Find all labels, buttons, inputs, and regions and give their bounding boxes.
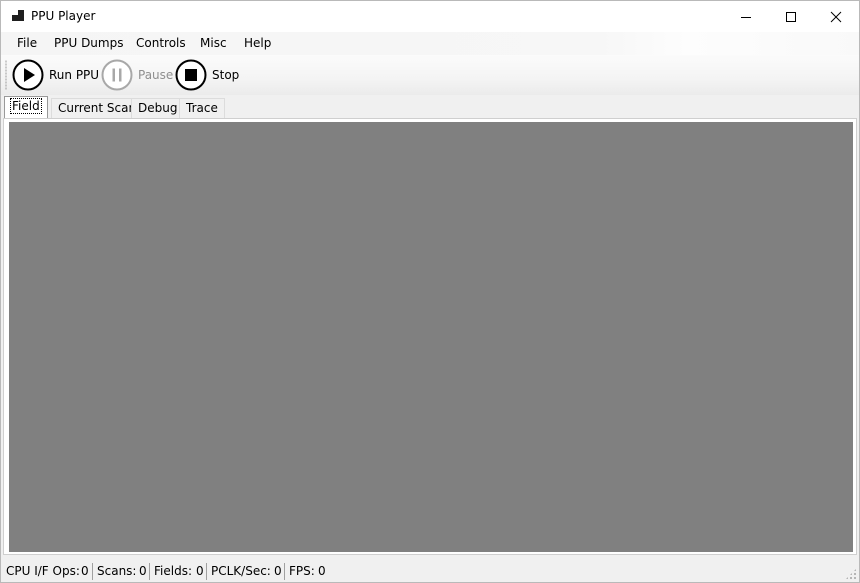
menu-help[interactable]: Help xyxy=(244,36,271,50)
scans-value: 0 xyxy=(139,564,147,578)
tab-field[interactable]: Field xyxy=(4,96,48,118)
tab-current-scan[interactable]: Current Scan xyxy=(51,98,144,119)
cpu-if-ops-label: CPU I/F Ops: xyxy=(6,564,80,578)
field-tab-page xyxy=(3,118,857,555)
play-icon xyxy=(12,59,44,91)
tab-debug[interactable]: Debug xyxy=(131,98,185,119)
close-icon xyxy=(830,11,842,22)
maximize-button[interactable] xyxy=(768,1,814,32)
field-display-canvas[interactable] xyxy=(9,122,853,552)
app-icon xyxy=(12,10,25,22)
scans-label: Scans: xyxy=(97,564,137,578)
fps-label: FPS: xyxy=(289,564,315,578)
status-separator xyxy=(149,563,150,580)
stop-button[interactable]: Stop xyxy=(175,59,239,91)
run-ppu-button[interactable]: Run PPU xyxy=(12,59,99,91)
toolbar-grip[interactable] xyxy=(5,60,7,90)
resize-grip-icon[interactable] xyxy=(845,568,857,580)
fps-value: 0 xyxy=(318,564,326,578)
stop-icon xyxy=(175,59,207,91)
status-separator xyxy=(92,563,93,580)
tab-field-label: Field xyxy=(10,98,42,114)
pclk-sec-value: 0 xyxy=(274,564,282,578)
fields-label: Fields: xyxy=(154,564,192,578)
minimize-button[interactable] xyxy=(723,1,769,32)
tab-debug-label: Debug xyxy=(138,101,178,115)
fields-value: 0 xyxy=(196,564,204,578)
pclk-sec-label: PCLK/Sec: xyxy=(211,564,271,578)
window-title: PPU Player xyxy=(31,9,96,23)
tab-strip: Field Current Scan Debug Trace xyxy=(1,95,859,119)
stop-label: Stop xyxy=(212,68,240,82)
close-button[interactable] xyxy=(813,1,859,32)
tab-trace-label: Trace xyxy=(186,101,218,115)
run-ppu-label: Run PPU xyxy=(49,68,100,82)
title-bar[interactable]: PPU Player xyxy=(1,1,859,32)
status-separator xyxy=(206,563,207,580)
minimize-icon xyxy=(741,16,751,18)
pause-button[interactable]: Pause xyxy=(101,59,173,91)
menu-file[interactable]: File xyxy=(17,36,37,50)
toolbar: Run PPU Pause Stop xyxy=(1,55,859,95)
menu-bar: File PPU Dumps Controls Misc Help xyxy=(1,32,859,55)
menu-ppu-dumps[interactable]: PPU Dumps xyxy=(54,36,123,50)
tab-current-scan-label: Current Scan xyxy=(58,101,137,115)
app-window: PPU Player File PPU Dumps Controls Misc … xyxy=(0,0,860,583)
menu-misc[interactable]: Misc xyxy=(200,36,227,50)
pause-label: Pause xyxy=(138,68,174,82)
status-bar: CPU I/F Ops: 0 Scans: 0 Fields: 0 PCLK/S… xyxy=(1,560,859,582)
status-separator xyxy=(284,563,285,580)
cpu-if-ops-value: 0 xyxy=(81,564,89,578)
tab-trace[interactable]: Trace xyxy=(179,98,225,119)
pause-icon xyxy=(101,59,133,91)
maximize-icon xyxy=(786,11,796,22)
menu-controls[interactable]: Controls xyxy=(136,36,186,50)
